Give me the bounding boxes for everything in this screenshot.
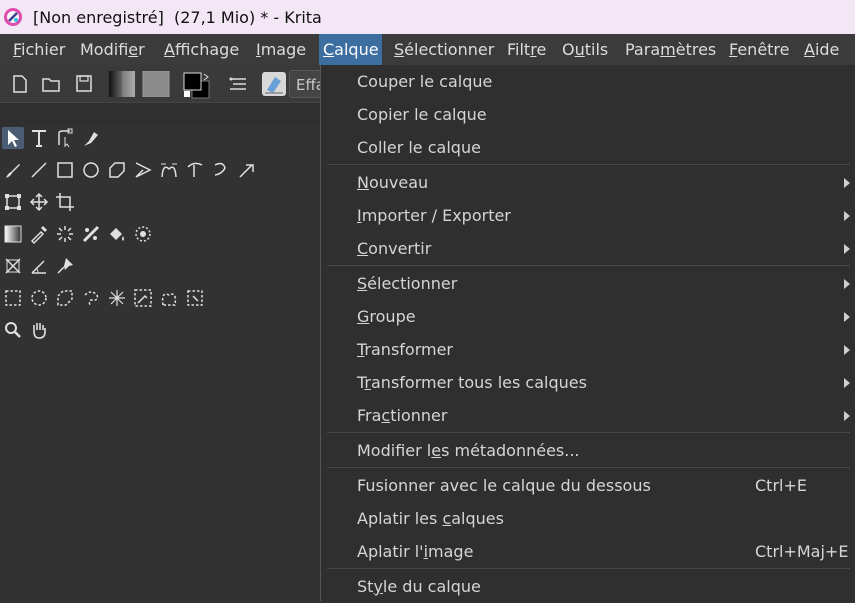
main-toolbar: Effa <box>0 66 329 102</box>
rect-select-icon[interactable] <box>2 287 24 309</box>
menu-selectionner[interactable]: Sélectionner <box>390 34 498 65</box>
menu-item-nouveau[interactable]: Nouveau <box>321 166 855 199</box>
assistant-tool-icon[interactable] <box>2 255 24 277</box>
fill-icon[interactable] <box>106 223 128 245</box>
magnetic-select-icon[interactable] <box>184 287 206 309</box>
menu-separator <box>327 568 850 569</box>
submenu-arrow-icon <box>844 244 850 254</box>
menu-item-couper-le-calque[interactable]: Couper le calque <box>321 65 855 98</box>
color-picker-icon[interactable] <box>28 223 50 245</box>
shortcut-label: Ctrl+E <box>755 476 807 495</box>
menu-item-convertir[interactable]: Convertir <box>321 232 855 265</box>
assistant-brush-icon[interactable] <box>236 159 258 181</box>
submenu-arrow-icon <box>844 345 850 355</box>
title-bar: [Non enregistré] (27,1 Mio) * - Krita <box>0 0 855 34</box>
menu-affichage[interactable]: Affichage <box>160 34 243 65</box>
gradient-icon[interactable] <box>2 223 24 245</box>
menu-filtre[interactable]: Filtre <box>503 34 550 65</box>
menu-item-coller-le-calque[interactable]: Coller le calque <box>321 131 855 164</box>
save-icon[interactable] <box>73 71 95 97</box>
measure-icon[interactable] <box>28 255 50 277</box>
brush-settings-icon[interactable] <box>226 71 250 97</box>
calligraphy-icon[interactable] <box>80 127 102 149</box>
menu-item-transformer[interactable]: Transformer <box>321 333 855 366</box>
rectangle-icon[interactable] <box>54 159 76 181</box>
pattern-swatch-icon[interactable] <box>142 71 170 97</box>
zoom-icon[interactable] <box>2 319 24 341</box>
reference-pin-icon[interactable] <box>54 255 76 277</box>
menu-fichier[interactable]: Fichier <box>9 34 69 65</box>
menu-bar: Fichier Modifier Affichage Image Calque … <box>0 34 855 66</box>
menu-aide[interactable]: Aide <box>800 34 843 65</box>
menu-modifier[interactable]: Modifier <box>76 34 149 65</box>
menu-separator <box>327 467 850 468</box>
ellipse-icon[interactable] <box>80 159 102 181</box>
menu-parametres[interactable]: Paramètres <box>621 34 720 65</box>
menu-calque[interactable]: Calque <box>319 34 382 65</box>
bezier-select-icon[interactable] <box>158 287 180 309</box>
eraser-mode-icon[interactable] <box>261 71 287 97</box>
menu-separator <box>327 265 850 266</box>
toolbox <box>0 126 320 601</box>
transform-icon[interactable] <box>2 191 24 213</box>
polygon-select-icon[interactable] <box>54 287 76 309</box>
calque-menu-dropdown: Couper le calque Copier le calque Coller… <box>320 65 855 601</box>
menu-outils[interactable]: Outils <box>558 34 612 65</box>
menu-item-modifier-metadonnees[interactable]: Modifier les métadonnées... <box>321 434 855 467</box>
bezier-icon[interactable] <box>158 159 180 181</box>
polygon-icon[interactable] <box>106 159 128 181</box>
menu-item-copier-le-calque[interactable]: Copier le calque <box>321 98 855 131</box>
submenu-arrow-icon <box>844 378 850 388</box>
menu-separator <box>327 432 850 433</box>
dynamic-brush-icon[interactable] <box>184 159 206 181</box>
submenu-arrow-icon <box>844 178 850 188</box>
menu-fenetre[interactable]: Fenêtre <box>725 34 794 65</box>
fill-pattern-icon[interactable] <box>80 223 102 245</box>
krita-logo-icon <box>4 8 22 26</box>
menu-item-groupe[interactable]: Groupe <box>321 300 855 333</box>
shortcut-label: Ctrl+Maj+E <box>755 542 849 561</box>
ellipse-select-icon[interactable] <box>28 287 50 309</box>
line-icon[interactable] <box>28 159 50 181</box>
smart-patch-icon[interactable] <box>54 223 76 245</box>
menu-image[interactable]: Image <box>252 34 310 65</box>
menu-item-aplatir-les-calques[interactable]: Aplatir les calques <box>321 502 855 535</box>
move-icon[interactable] <box>28 191 50 213</box>
menu-item-selectionner[interactable]: Sélectionner <box>321 267 855 300</box>
freehand-brush-icon[interactable] <box>2 159 24 181</box>
contiguous-select-icon[interactable] <box>106 287 128 309</box>
fg-bg-colors-icon[interactable] <box>182 71 212 99</box>
gradient-swatch-icon[interactable] <box>108 71 136 97</box>
polyline-icon[interactable] <box>132 159 154 181</box>
tool-options-bar <box>0 102 320 127</box>
submenu-arrow-icon <box>844 411 850 421</box>
pan-icon[interactable] <box>28 319 50 341</box>
submenu-arrow-icon <box>844 211 850 221</box>
multibrush-icon[interactable] <box>210 159 232 181</box>
select-shapes-icon[interactable] <box>2 127 24 149</box>
menu-separator <box>327 164 850 165</box>
open-document-icon[interactable] <box>40 71 62 97</box>
crop-icon[interactable] <box>54 191 76 213</box>
text-icon[interactable] <box>28 127 50 149</box>
freehand-select-icon[interactable] <box>80 287 102 309</box>
similar-color-select-icon[interactable] <box>132 287 154 309</box>
enclose-fill-icon[interactable] <box>132 223 154 245</box>
menu-item-importer-exporter[interactable]: Importer / Exporter <box>321 199 855 232</box>
new-document-icon[interactable] <box>9 71 31 97</box>
menu-item-transformer-tous-les-calques[interactable]: Transformer tous les calques <box>321 366 855 399</box>
edit-shapes-icon[interactable] <box>54 127 76 149</box>
submenu-arrow-icon <box>844 279 850 289</box>
menu-item-fusionner[interactable]: Fusionner avec le calque du dessous Ctrl+… <box>321 469 855 502</box>
menu-item-style-du-calque[interactable]: Style du calque <box>321 570 855 603</box>
window-title: [Non enregistré] (27,1 Mio) * - Krita <box>33 8 322 27</box>
menu-item-aplatir-image[interactable]: Aplatir l'image Ctrl+Maj+E <box>321 535 855 568</box>
submenu-arrow-icon <box>844 312 850 322</box>
menu-item-fractionner[interactable]: Fractionner <box>321 399 855 432</box>
